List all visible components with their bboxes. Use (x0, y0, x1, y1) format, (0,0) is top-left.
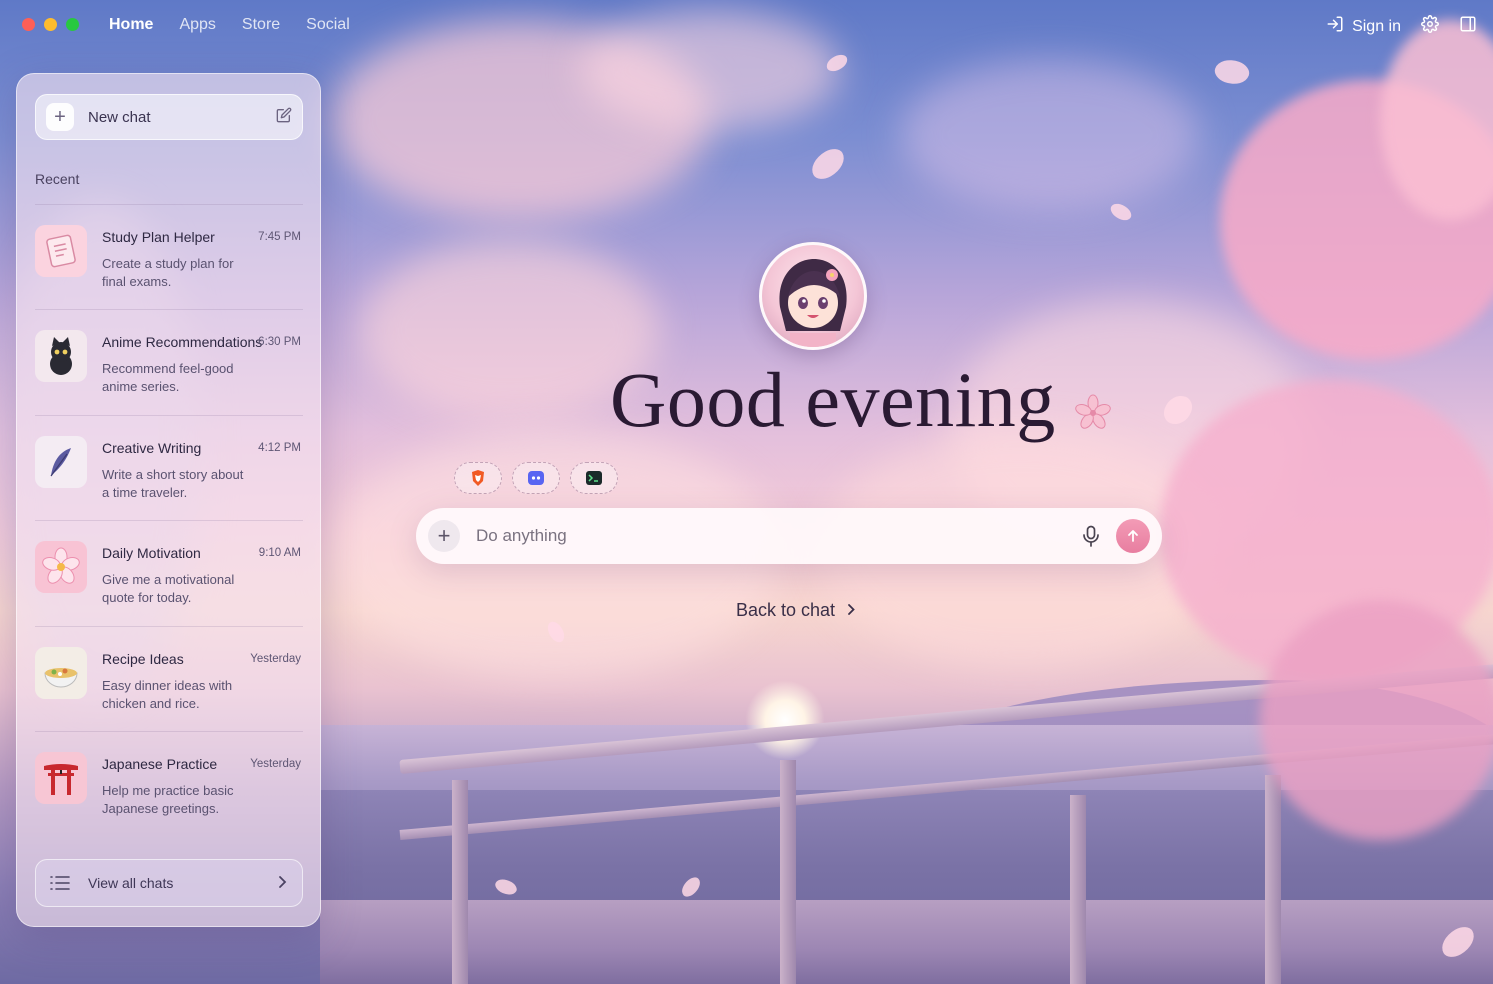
nav-apps[interactable]: Apps (179, 16, 215, 34)
chat-time: Yesterday (250, 757, 301, 770)
list-icon (50, 875, 70, 891)
chat-time: 7:45 PM (258, 231, 301, 243)
chat-description: Easy dinner ideas with chicken and rice. (102, 677, 233, 711)
chat-title: Creative Writing (102, 439, 202, 456)
chat-description: Recommend feel-good anime series. (102, 361, 234, 395)
recent-chat-list: Study Plan Helper 7:45 PM Create a study… (35, 204, 303, 836)
chat-item-recipe-ideas[interactable]: Recipe Ideas Yesterday Easy dinner ideas… (35, 625, 303, 731)
chat-item-study-plan[interactable]: Study Plan Helper 7:45 PM Create a study… (35, 204, 303, 309)
black-cat-icon (35, 330, 87, 383)
nav-home[interactable]: Home (109, 16, 153, 34)
chat-item-anime[interactable]: Anime Recommendations 6:30 PM Recommend … (35, 309, 303, 414)
cherry-blossom-icon (35, 541, 87, 594)
view-all-chats-button[interactable]: View all chats (35, 859, 303, 907)
chat-item-creative-writing[interactable]: Creative Writing 4:12 PM Write a short s… (35, 414, 303, 520)
new-chat-label: New chat (88, 108, 151, 126)
chat-description: Create a study plan for final exams. (102, 256, 234, 289)
new-chat-button[interactable]: + New chat (35, 94, 303, 140)
quick-actions (454, 462, 618, 494)
chat-description: Write a short story about a time travele… (102, 466, 244, 500)
chat-title: Study Plan Helper (102, 229, 215, 245)
close-window-button[interactable] (22, 18, 35, 31)
chat-title: Recipe Ideas (102, 650, 184, 667)
greeting-heading: Good evening (610, 355, 1114, 453)
chat-time: 4:12 PM (258, 441, 301, 454)
microphone-icon[interactable] (1082, 525, 1100, 547)
brave-browser-icon[interactable] (454, 462, 502, 494)
main-nav: Home Apps Store Social (109, 16, 350, 34)
sign-in-label: Sign in (1352, 17, 1401, 35)
add-attachment-button[interactable]: + (428, 520, 460, 552)
sunset (745, 680, 825, 760)
gear-icon[interactable] (1421, 15, 1439, 38)
notebook-icon (35, 225, 87, 277)
chat-time: Yesterday (250, 652, 301, 665)
top-bar: Home Apps Store Social Sign in (0, 0, 1493, 52)
chat-title: Anime Recommendations (102, 334, 263, 351)
feather-quill-icon (35, 435, 87, 488)
chat-title: Daily Motivation (102, 545, 201, 562)
sakura-flourish-icon (1072, 363, 1114, 453)
prompt-input[interactable] (460, 526, 1082, 546)
nav-store[interactable]: Store (242, 16, 280, 34)
nav-social[interactable]: Social (306, 16, 350, 34)
chat-title: Japanese Practice (102, 755, 218, 772)
torii-gate-icon (35, 751, 87, 804)
chat-item-japanese-practice[interactable]: Japanese Practice Yesterday Help me prac… (35, 730, 303, 836)
chevron-right-icon (847, 600, 856, 621)
recent-heading: Recent (35, 171, 80, 187)
view-all-chats-label: View all chats (88, 875, 174, 891)
sign-in-icon (1326, 15, 1344, 38)
rice-bowl-icon (35, 646, 87, 699)
sidebar-toggle-icon[interactable] (1459, 15, 1477, 38)
top-right-controls: Sign in (1326, 15, 1477, 38)
discord-icon[interactable] (512, 462, 560, 494)
chat-time: 6:30 PM (258, 336, 301, 349)
back-to-chat-label: Back to chat (736, 600, 836, 620)
greeting-text: Good evening (610, 356, 1056, 443)
assistant-avatar (759, 242, 867, 350)
zoom-window-button[interactable] (66, 18, 79, 31)
compose-icon[interactable] (276, 107, 292, 127)
chat-description: Give me a motivational quote for today. (102, 572, 235, 606)
prompt-bar: + (416, 508, 1162, 564)
send-button[interactable] (1116, 519, 1150, 553)
back-to-chat-link[interactable]: Back to chat (736, 600, 856, 621)
chat-time: 9:10 AM (258, 547, 301, 560)
chat-description: Help me practice basic Japanese greeting… (102, 782, 234, 816)
terminal-icon[interactable] (570, 462, 618, 494)
plus-icon: + (46, 103, 74, 131)
chat-item-daily-motivation[interactable]: Daily Motivation 9:10 AM Give me a motiv… (35, 520, 303, 625)
sidebar: + New chat Recent Study Plan Helper 7:45… (16, 73, 321, 927)
minimize-window-button[interactable] (44, 18, 57, 31)
sign-in-button[interactable]: Sign in (1326, 15, 1401, 38)
chevron-right-icon (278, 875, 288, 892)
